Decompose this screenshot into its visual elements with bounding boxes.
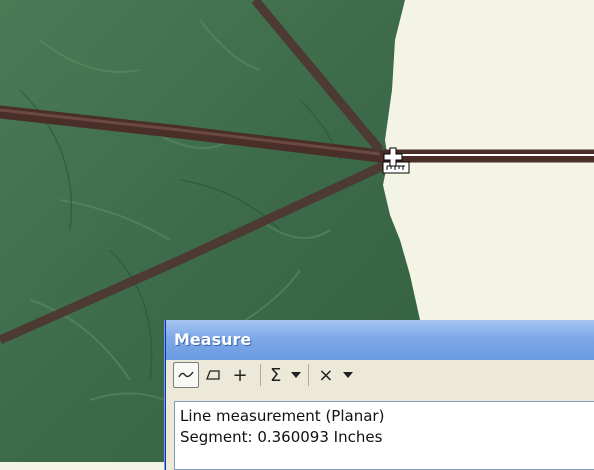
segment-length-value: Segment: 0.360093 Inches	[180, 428, 383, 446]
chevron-down-icon	[343, 372, 354, 378]
line-measure-icon	[178, 371, 194, 378]
clear-icon: ×	[318, 364, 334, 386]
measure-area-button[interactable]	[200, 362, 226, 388]
measure-window-title[interactable]: Measure	[166, 320, 594, 360]
measure-feature-button[interactable]: +	[227, 362, 253, 388]
measure-toolbar: + Σ ×	[166, 360, 594, 390]
measure-line-button[interactable]	[173, 362, 199, 388]
toolbar-separator	[260, 364, 261, 386]
area-measure-icon	[206, 370, 220, 380]
measure-window[interactable]: Measure + Σ × Line measurement (Planar) …	[165, 320, 594, 470]
toolbar-separator	[308, 364, 310, 386]
sigma-icon: Σ	[270, 364, 282, 386]
chevron-down-icon	[291, 372, 302, 378]
show-total-button[interactable]: Σ	[270, 362, 302, 388]
measurement-type-label: Line measurement (Planar)	[180, 407, 385, 425]
measurement-result-panel: Line measurement (Planar) Segment: 0.360…	[174, 401, 594, 470]
clear-button[interactable]: ×	[318, 362, 354, 388]
measure-crosshair-cursor-icon	[381, 146, 411, 176]
feature-measure-icon: +	[232, 364, 248, 386]
